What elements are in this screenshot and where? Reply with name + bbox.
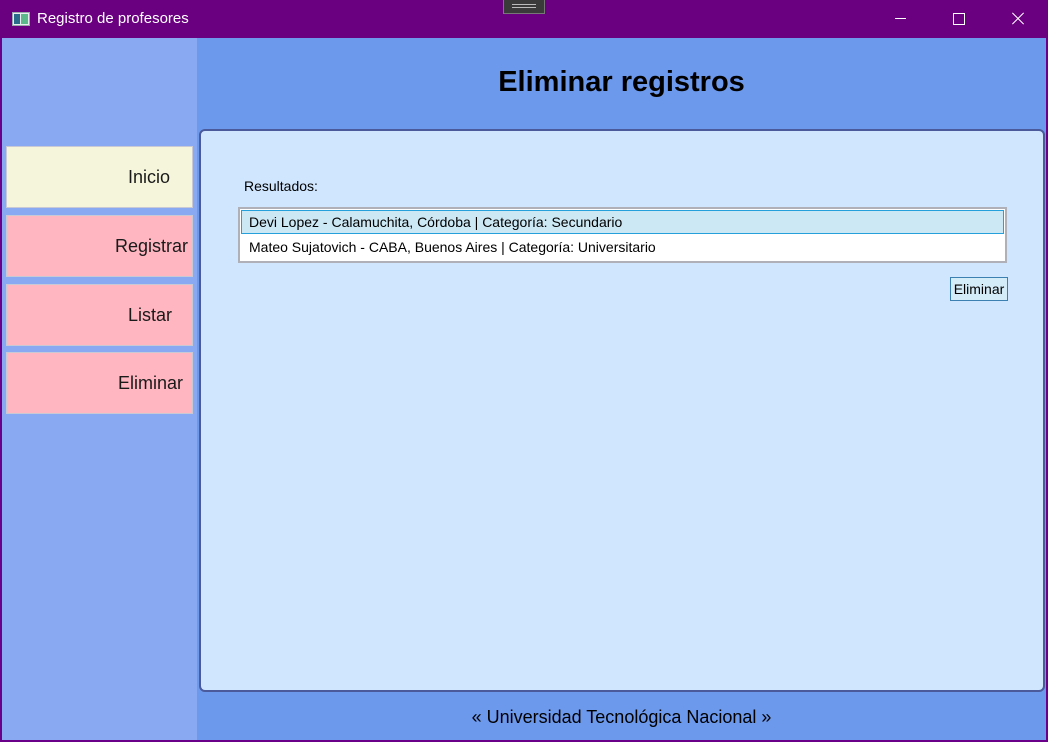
delete-button[interactable]: Eliminar [950,277,1008,301]
nav-inicio-label: Inicio [128,167,171,187]
close-button[interactable] [988,0,1046,38]
results-label: Resultados: [244,178,318,194]
minimize-button[interactable] [871,0,929,38]
app-window: Registro de profesores Inicio Registrar … [0,0,1048,742]
app-icon [12,12,30,26]
nav-inicio-button[interactable]: Inicio [6,146,193,208]
results-listbox[interactable]: Devi Lopez - Calamuchita, Córdoba | Cate… [238,207,1007,263]
sidebar: Inicio Registrar Listar Eliminar [2,38,197,740]
page-title: Eliminar registros [498,66,745,98]
nav-registrar-button[interactable]: Registrar [6,215,193,277]
nav-listar-label: Listar [128,305,173,325]
title-bar[interactable]: Registro de profesores [0,0,1048,38]
snap-grip-icon[interactable] [503,0,545,14]
footer-text: « Universidad Tecnológica Nacional » [471,707,772,727]
list-item[interactable]: Mateo Sujatovich - CABA, Buenos Aires | … [241,235,1004,259]
maximize-button[interactable] [929,0,987,38]
nav-eliminar-label: Eliminar [118,373,184,393]
window-title: Registro de profesores [37,10,189,27]
nav-registrar-label: Registrar [115,236,189,256]
nav-listar-button[interactable]: Listar [6,284,193,346]
nav-eliminar-button[interactable]: Eliminar [6,352,193,414]
content-panel: Resultados: Devi Lopez - Calamuchita, Có… [199,129,1045,692]
client-area: Inicio Registrar Listar Eliminar Elimina… [2,38,1046,740]
list-item-selected[interactable]: Devi Lopez - Calamuchita, Córdoba | Cate… [241,210,1004,234]
